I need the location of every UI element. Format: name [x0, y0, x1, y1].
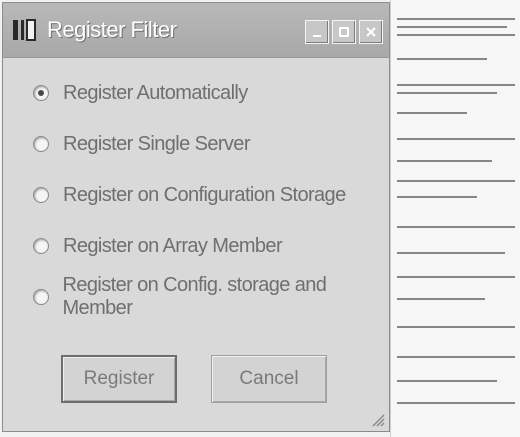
background-text-line [397, 180, 515, 182]
option-register-configuration-storage[interactable]: Register on Configuration Storage [33, 183, 389, 207]
background-window [390, 0, 520, 437]
radio-register-configuration-storage[interactable] [33, 187, 49, 203]
cancel-button[interactable]: Cancel [211, 355, 327, 403]
option-register-array-member[interactable]: Register on Array Member [33, 234, 389, 258]
titlebar[interactable]: Register Filter [3, 3, 389, 58]
radio-register-single-server[interactable] [33, 136, 49, 152]
register-filter-dialog: Register Filter Register Automatically R… [2, 2, 390, 432]
background-text-line [397, 276, 515, 278]
background-text-line [397, 112, 467, 114]
option-label: Register on Configuration Storage [63, 183, 346, 206]
close-icon[interactable] [359, 20, 383, 44]
register-options: Register Automatically Register Single S… [33, 81, 389, 336]
window-title: Register Filter [47, 17, 177, 42]
option-label: Register on Array Member [63, 234, 283, 257]
option-label: Register Automatically [63, 81, 248, 104]
background-text-line [397, 138, 515, 140]
background-text-line [397, 92, 497, 94]
background-text-line [397, 34, 515, 36]
background-text-line [397, 326, 515, 328]
radio-register-array-member[interactable] [33, 238, 49, 254]
background-text-line [397, 226, 515, 228]
filter-app-icon [9, 15, 43, 45]
background-text-line [397, 160, 492, 162]
screen: Register Filter Register Automatically R… [0, 0, 520, 437]
option-label: Register on Config. storage and Member [62, 274, 327, 319]
background-text-line [397, 58, 487, 60]
register-button[interactable]: Register [61, 355, 177, 403]
background-text-line [397, 402, 515, 404]
background-text-line [397, 380, 497, 382]
minimize-icon[interactable] [305, 20, 329, 44]
option-register-single-server[interactable]: Register Single Server [33, 132, 389, 156]
background-text-line [397, 84, 515, 86]
option-register-config-storage-and-member[interactable]: Register on Config. storage and Member [33, 274, 389, 319]
background-text-line [397, 298, 485, 300]
window-controls [305, 20, 383, 44]
maximize-icon[interactable] [332, 20, 356, 44]
background-text-line [397, 18, 515, 20]
background-text-line [397, 356, 515, 358]
background-text-line [397, 196, 477, 198]
dialog-buttons: Register Cancel [61, 355, 327, 403]
radio-register-automatically[interactable] [33, 85, 49, 101]
resize-grip-icon[interactable] [369, 411, 385, 427]
background-text-line [397, 26, 507, 28]
radio-register-config-storage-and-member[interactable] [33, 289, 49, 305]
option-register-automatically[interactable]: Register Automatically [33, 81, 389, 105]
option-label: Register Single Server [63, 132, 250, 155]
background-text-line [397, 252, 505, 254]
